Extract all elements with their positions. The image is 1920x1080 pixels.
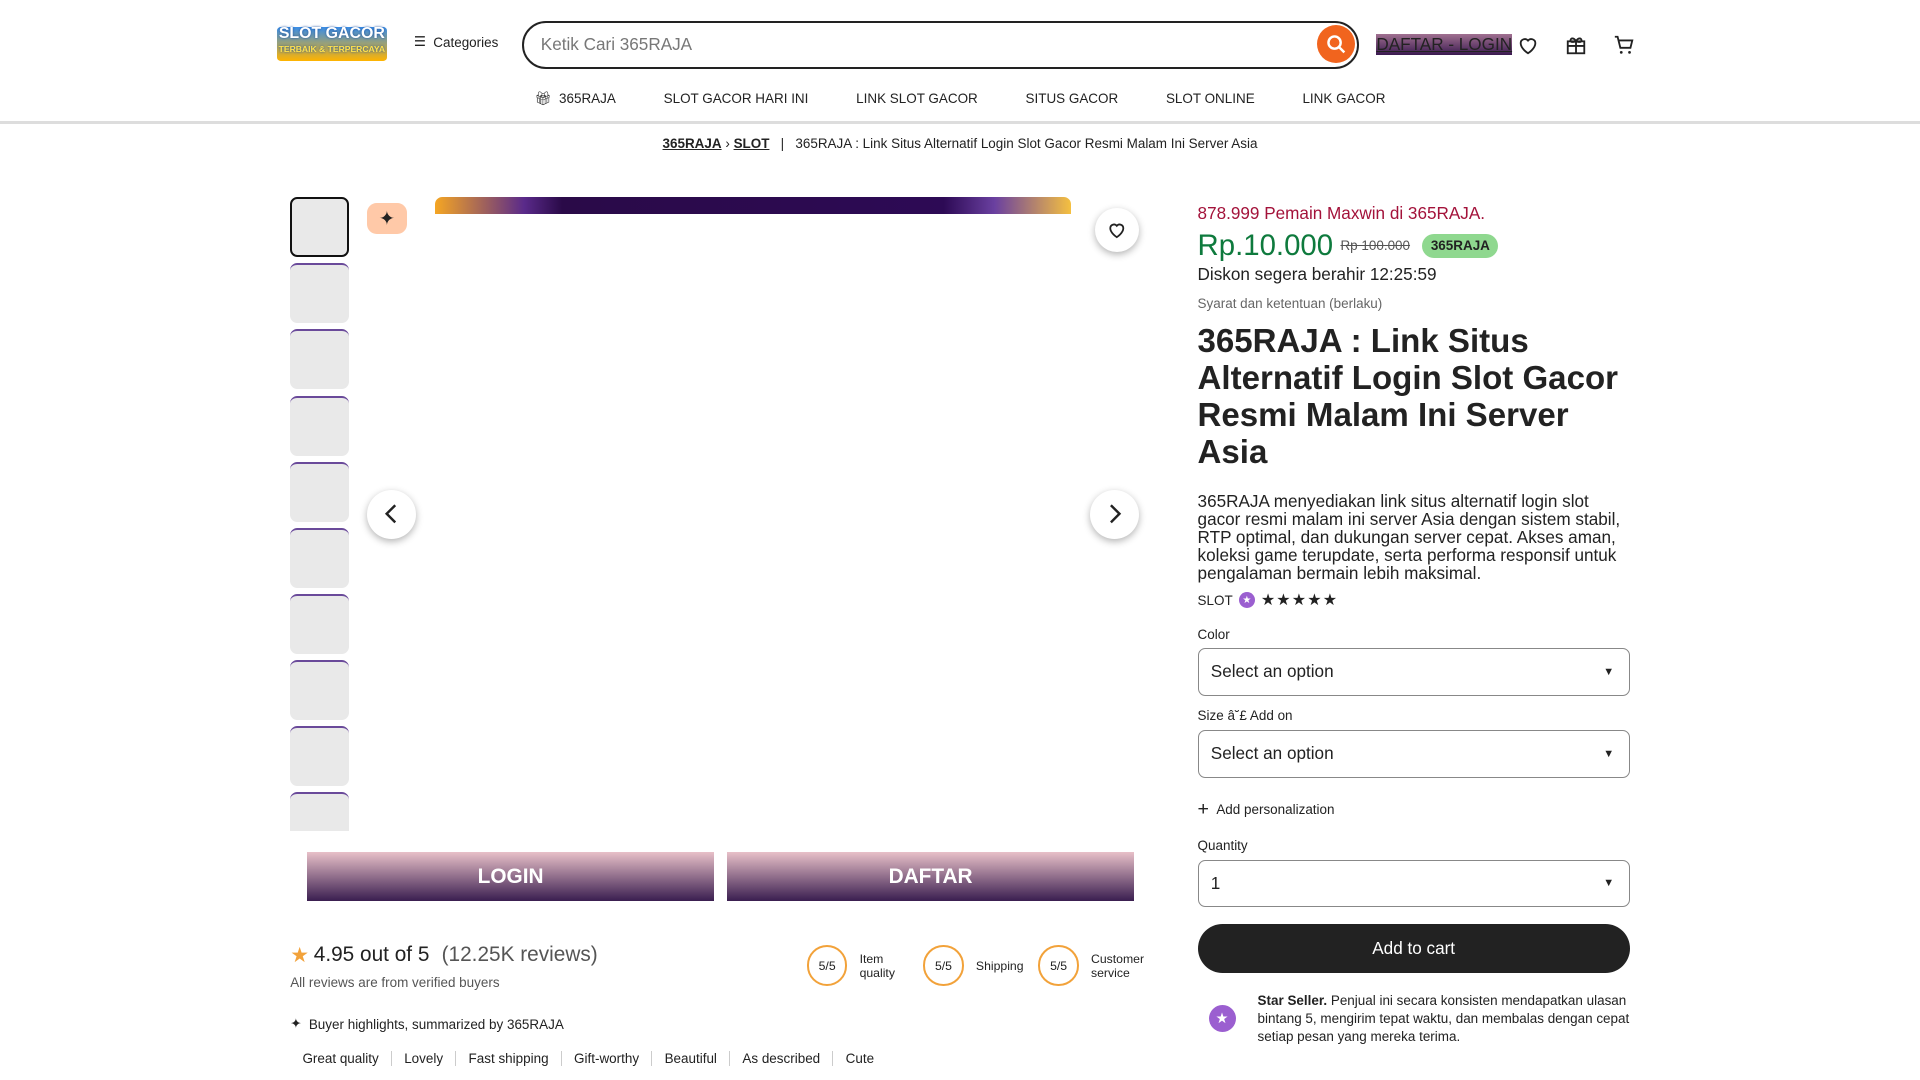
nav-item[interactable]: LINK SLOT GACOR	[856, 91, 978, 107]
tag[interactable]: Fast shipping	[455, 1050, 561, 1066]
color-select[interactable]: Select an option ▼	[1197, 647, 1630, 696]
price: Rp.10.000	[1197, 228, 1334, 262]
quantity-select[interactable]: 1 ▼	[1197, 859, 1630, 908]
plus-icon: +	[1197, 798, 1209, 821]
thumbnail[interactable]	[290, 593, 349, 654]
tag[interactable]: Cute	[832, 1050, 886, 1066]
breadcrumb-link[interactable]: SLOT	[734, 136, 770, 151]
rating-summary: ★ 4.95 out of 5 (12.25K reviews)	[290, 943, 598, 967]
star-rating: ★★★★★	[1260, 592, 1339, 610]
old-price: Rp 100.000	[1340, 238, 1411, 254]
star-seller-note: Star Seller. Penjual ini secara konsiste…	[1257, 992, 1630, 1044]
highlight-tags: Great quality Lovely Fast shipping Gift-wor…	[290, 1050, 886, 1066]
thumbnail[interactable]	[290, 527, 349, 588]
verified-note: All reviews are from verified buyers	[290, 974, 500, 990]
categories-button[interactable]: ☰ Categories	[414, 34, 498, 50]
chevron-left-icon	[385, 504, 397, 524]
login-link[interactable]: DAFTAR - LOGIN	[1376, 34, 1513, 56]
search-icon	[1327, 35, 1346, 54]
add-to-cart-button[interactable]: Add to cart	[1197, 924, 1630, 974]
favorite-button[interactable]	[1094, 208, 1139, 253]
thumbnail[interactable]	[290, 726, 349, 787]
product-image	[434, 197, 1072, 215]
star-seller-icon: ★	[1238, 592, 1255, 609]
star-icon: ★	[290, 943, 309, 967]
shop-row: SLOT ★ ★★★★★	[1198, 590, 1630, 610]
size-label: Size â˘£ Add on	[1197, 707, 1293, 723]
gift-icon[interactable]	[1562, 32, 1589, 59]
cart-icon[interactable]	[1610, 32, 1637, 59]
score-customer-service: 5/5 Customer service	[1038, 945, 1152, 986]
search-button[interactable]	[1316, 25, 1355, 64]
tag[interactable]: Beautiful	[651, 1050, 729, 1066]
favorites-icon[interactable]	[1515, 32, 1542, 59]
nav-item[interactable]: SLOT ONLINE	[1166, 91, 1255, 107]
price-row: Rp.10.000 Rp 100.000 365RAJA	[1198, 229, 1630, 263]
tag[interactable]: As described	[729, 1050, 832, 1066]
shop-name[interactable]: SLOT	[1198, 593, 1233, 608]
terms-link[interactable]: Syarat dan ketentuan (berlaku)	[1198, 296, 1630, 311]
size-select[interactable]: Select an option ▼	[1197, 729, 1630, 778]
caret-down-icon: ▼	[1603, 747, 1615, 760]
search-bar	[521, 20, 1360, 69]
divider	[0, 121, 1920, 124]
buyer-highlights: ✦ Buyer highlights, summarized by 365RAJA	[290, 1016, 564, 1032]
discount-timer: Diskon segera berahir 12:25:59	[1197, 264, 1437, 285]
tag[interactable]: Lovely	[390, 1050, 455, 1066]
add-personalization-button[interactable]: + Add personalization	[1198, 798, 1630, 821]
next-image-button[interactable]	[1089, 489, 1139, 539]
tag[interactable]: Gift-worthy	[560, 1050, 652, 1066]
thumbnail[interactable]	[290, 329, 349, 390]
breadcrumb-current: 365RAJA : Link Situs Alternatif Login Sl…	[795, 135, 1258, 151]
nav-item[interactable]: SITUS GACOR	[1026, 91, 1119, 107]
thumbnail[interactable]	[290, 660, 349, 720]
nav-item[interactable]: SLOT GACOR HARI INI	[664, 91, 809, 107]
tag[interactable]: Great quality	[290, 1051, 391, 1066]
nav-item[interactable]: LINK GACOR	[1302, 91, 1385, 107]
sparkle-icon: ✦	[290, 1016, 302, 1032]
caret-down-icon: ▼	[1603, 665, 1615, 678]
star-seller-icon: ★	[1208, 1005, 1236, 1033]
daftar-button[interactable]: DAFTAR	[727, 852, 1134, 902]
color-label: Color	[1197, 626, 1230, 642]
thumbnail[interactable]	[290, 395, 349, 456]
thumbnail[interactable]	[290, 263, 349, 324]
product-description: 365RAJA menyediakan link situs alternati…	[1197, 491, 1621, 584]
product-title: 365RAJA : Link Situs Alternatif Login Sl…	[1197, 323, 1618, 471]
thumbnail[interactable]	[290, 792, 349, 832]
breadcrumb: 365RAJA › SLOT | 365RAJA : Link Situs Al…	[662, 135, 1258, 151]
badge: 365RAJA	[1422, 233, 1499, 259]
menu-icon: ☰	[413, 34, 426, 50]
chevron-right-icon	[1109, 504, 1121, 524]
login-button[interactable]: LOGIN	[307, 852, 714, 902]
heart-icon	[1109, 224, 1125, 239]
caret-down-icon: ▼	[1603, 877, 1615, 890]
sparkle-icon[interactable]: ✦	[367, 203, 407, 234]
thumbnail[interactable]	[290, 461, 349, 522]
prev-image-button[interactable]	[367, 489, 417, 539]
score-shipping: 5/5 Shipping	[923, 945, 1024, 986]
breadcrumb-link[interactable]: 365RAJA	[663, 136, 722, 151]
main-nav: 🎁︎ 365RAJA SLOT GACOR HARI INI LINK SLOT …	[0, 91, 1920, 107]
quantity-label: Quantity	[1197, 837, 1248, 853]
site-logo[interactable]: SLOT GACOR TERBAIK & TERPERCAYA	[276, 26, 387, 62]
score-item-quality: 5/5 Item quality	[806, 945, 915, 986]
promo-text: 878.999 Pemain Maxwin di 365RAJA.	[1197, 203, 1486, 224]
thumbnail[interactable]	[290, 197, 349, 258]
gift-icon: 🎁︎	[534, 90, 552, 106]
search-input[interactable]	[523, 22, 1259, 66]
nav-item-365raja[interactable]: 🎁︎ 365RAJA	[535, 91, 616, 107]
